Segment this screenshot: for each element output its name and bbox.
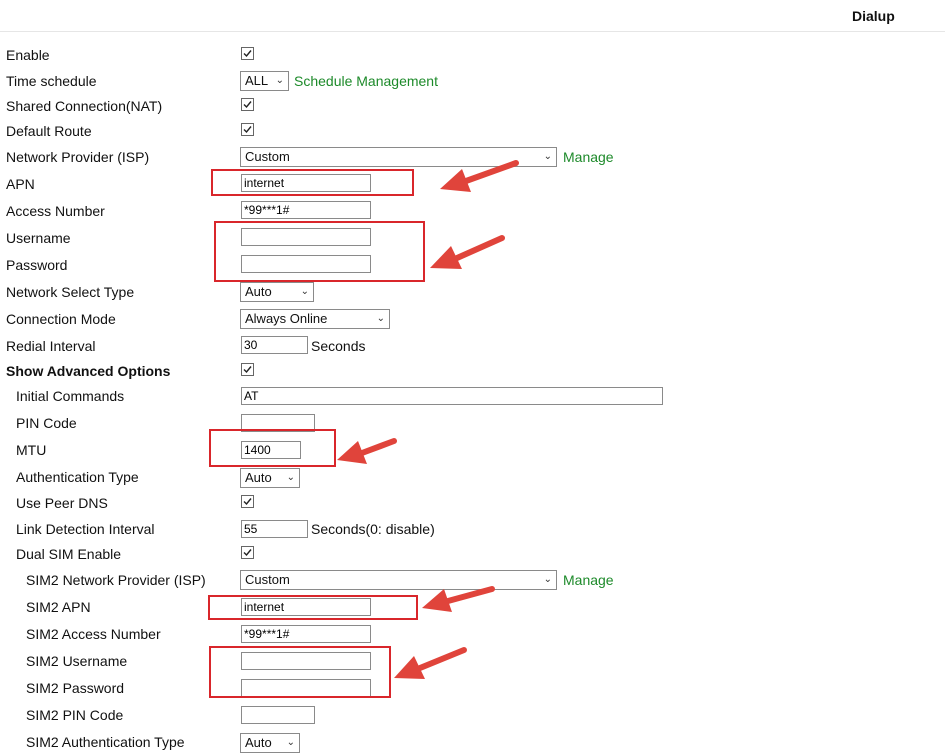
- link-detection-interval-input[interactable]: 55: [241, 520, 308, 538]
- connection-mode-select[interactable]: Always Online ⌄: [240, 309, 390, 329]
- sim2-network-provider-select[interactable]: Custom ⌄: [240, 570, 557, 590]
- network-select-type-label: Network Select Type: [6, 284, 135, 300]
- sim2-credentials-highlight-box: [209, 646, 391, 698]
- checkmark-icon: [243, 126, 252, 134]
- apn-highlight-box: [211, 169, 414, 196]
- authentication-type-select[interactable]: Auto ⌄: [240, 468, 300, 488]
- red-arrow-icon: [337, 438, 397, 464]
- connection-mode-label: Connection Mode: [6, 311, 116, 327]
- red-arrow-icon: [440, 160, 519, 192]
- username-label: Username: [6, 230, 71, 246]
- pin-code-label: PIN Code: [16, 415, 77, 431]
- checkmark-icon: [243, 50, 252, 58]
- chevron-down-icon: ⌄: [300, 286, 309, 297]
- sim2-pin-code-label: SIM2 PIN Code: [26, 707, 124, 723]
- shared-connection-checkbox[interactable]: [241, 98, 254, 111]
- authentication-type-value: Auto: [245, 470, 272, 485]
- dual-sim-enable-label: Dual SIM Enable: [16, 546, 122, 562]
- chevron-down-icon: ⌄: [286, 472, 295, 483]
- manage-link[interactable]: Manage: [563, 148, 614, 166]
- network-select-type-value: Auto: [245, 284, 272, 299]
- time-schedule-value: ALL: [245, 73, 269, 88]
- connection-mode-value: Always Online: [245, 311, 328, 326]
- sim2-pin-code-input[interactable]: [241, 706, 315, 724]
- sim2-apn-highlight-box: [208, 595, 418, 620]
- dual-sim-enable-checkbox[interactable]: [241, 546, 254, 559]
- chevron-down-icon: ⌄: [286, 737, 295, 748]
- show-advanced-checkbox[interactable]: [241, 363, 254, 376]
- default-route-checkbox[interactable]: [241, 123, 254, 136]
- mtu-label: MTU: [16, 442, 47, 458]
- sim2-access-number-input[interactable]: *99***1#: [241, 625, 371, 643]
- use-peer-dns-checkbox[interactable]: [241, 495, 254, 508]
- checkmark-icon: [243, 101, 252, 109]
- network-select-type-select[interactable]: Auto ⌄: [240, 282, 314, 302]
- redial-interval-label: Redial Interval: [6, 338, 96, 354]
- red-arrow-icon: [422, 586, 495, 612]
- apn-label: APN: [6, 176, 35, 192]
- sim2-access-number-label: SIM2 Access Number: [26, 626, 161, 642]
- red-arrow-icon: [430, 235, 505, 269]
- authentication-type-label: Authentication Type: [16, 469, 139, 485]
- enable-label: Enable: [6, 47, 50, 63]
- chevron-down-icon: ⌄: [376, 313, 385, 324]
- network-provider-value: Custom: [245, 149, 290, 164]
- link-detection-interval-unit: Seconds(0: disable): [311, 521, 435, 537]
- network-provider-label: Network Provider (ISP): [6, 149, 150, 165]
- page-title: Dialup: [852, 8, 895, 24]
- use-peer-dns-label: Use Peer DNS: [16, 495, 108, 511]
- time-schedule-label: Time schedule: [6, 73, 97, 89]
- access-number-label: Access Number: [6, 203, 105, 219]
- mtu-highlight-box: [209, 429, 336, 467]
- schedule-management-link[interactable]: Schedule Management: [294, 72, 438, 90]
- sim2-network-provider-label: SIM2 Network Provider (ISP): [26, 572, 206, 588]
- red-arrow-icon: [394, 647, 467, 679]
- sim2-authentication-type-value: Auto: [245, 735, 272, 750]
- sim2-authentication-type-select[interactable]: Auto ⌄: [240, 733, 300, 753]
- password-label: Password: [6, 257, 68, 273]
- chevron-down-icon: ⌄: [543, 574, 552, 585]
- redial-interval-unit: Seconds: [311, 338, 366, 354]
- chevron-down-icon: ⌄: [275, 75, 284, 86]
- time-schedule-select[interactable]: ALL ⌄: [240, 71, 289, 91]
- sim2-authentication-type-label: SIM2 Authentication Type: [26, 734, 185, 750]
- checkmark-icon: [243, 366, 252, 374]
- sim2-network-provider-value: Custom: [245, 572, 290, 587]
- shared-connection-label: Shared Connection(NAT): [6, 98, 163, 114]
- enable-checkbox[interactable]: [241, 47, 254, 60]
- redial-interval-input[interactable]: 30: [241, 336, 308, 354]
- checkmark-icon: [243, 549, 252, 557]
- network-provider-select[interactable]: Custom ⌄: [240, 147, 557, 167]
- initial-commands-input[interactable]: AT: [241, 387, 663, 405]
- sim2-manage-link[interactable]: Manage: [563, 571, 614, 589]
- sim2-apn-label: SIM2 APN: [26, 599, 91, 615]
- access-number-input[interactable]: *99***1#: [241, 201, 371, 219]
- link-detection-interval-label: Link Detection Interval: [16, 521, 155, 537]
- chevron-down-icon: ⌄: [543, 151, 552, 162]
- show-advanced-label: Show Advanced Options: [6, 363, 171, 379]
- default-route-label: Default Route: [6, 123, 92, 139]
- page-header: Dialup: [0, 0, 945, 32]
- sim2-username-label: SIM2 Username: [26, 653, 128, 669]
- sim2-password-label: SIM2 Password: [26, 680, 125, 696]
- credentials-highlight-box: [214, 221, 425, 282]
- initial-commands-label: Initial Commands: [16, 388, 125, 404]
- checkmark-icon: [243, 498, 252, 506]
